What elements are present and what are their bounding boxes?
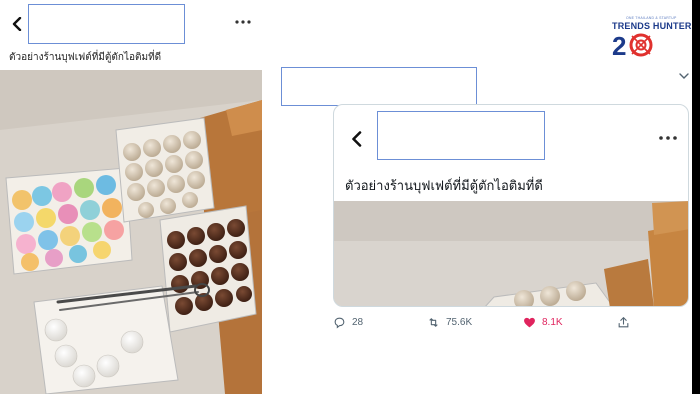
more-options-button[interactable] [234, 13, 252, 31]
like-button[interactable]: 8.1K [523, 312, 563, 332]
reply-button[interactable]: 28 [333, 312, 363, 332]
svg-text:2: 2 [612, 31, 626, 57]
redacted-title-box [281, 67, 477, 106]
video-edge [692, 0, 700, 394]
reply-icon [334, 317, 345, 329]
card-back-button[interactable] [348, 129, 364, 149]
trends-hunter-logo: ONE THAILAND & STARTUP TRENDS HUNTER 2 [612, 16, 692, 58]
post-caption: ตัวอย่างร้านบุฟเฟต์ที่มีตู้ตักไอติมที่ดี [9, 52, 162, 63]
retweet-button[interactable]: 75.6K [427, 312, 472, 332]
tweet-actions: 28 75.6K 8.1K [333, 312, 633, 332]
retweet-count: 75.6K [446, 316, 473, 328]
card-photo[interactable] [334, 201, 688, 306]
share-button[interactable] [617, 312, 630, 332]
share-icon [618, 316, 629, 327]
retweet-icon [429, 317, 438, 327]
card-caption: ตัวอย่างร้านบุฟเฟต์ที่มีตู้ตักไอติมที่ดี [345, 178, 543, 193]
screenshot-stage: ตัวอย่างร้านบุฟเฟต์ที่มีตู้ตักไอติมที่ดี [0, 0, 700, 394]
ice-cream-freezer-photo[interactable] [0, 70, 262, 394]
more-dots-icon [235, 20, 251, 24]
freezer-photo-image [0, 70, 262, 394]
like-icon [524, 317, 535, 327]
chevron-down-icon [679, 73, 689, 79]
brand-tagline: ONE THAILAND & STARTUP [626, 16, 677, 20]
more-dots-icon [659, 136, 677, 140]
chevron-left-icon [12, 17, 22, 31]
card-photo-image [334, 201, 688, 306]
embedded-tweet-card[interactable]: ตัวอย่างร้านบุฟเฟต์ที่มีตู้ตักไอติมที่ดี [333, 104, 689, 307]
redacted-username-box [28, 4, 185, 44]
expand-button[interactable] [677, 70, 691, 82]
brand-number-20: 2 [612, 31, 653, 57]
reply-count: 28 [352, 316, 364, 328]
chevron-left-icon [351, 131, 361, 147]
brand-name: TRENDS HUNTER [612, 21, 692, 31]
like-count: 8.1K [542, 316, 563, 328]
card-redacted-username-box [377, 111, 545, 160]
back-button[interactable] [8, 14, 26, 34]
card-more-options-button[interactable] [657, 131, 679, 145]
